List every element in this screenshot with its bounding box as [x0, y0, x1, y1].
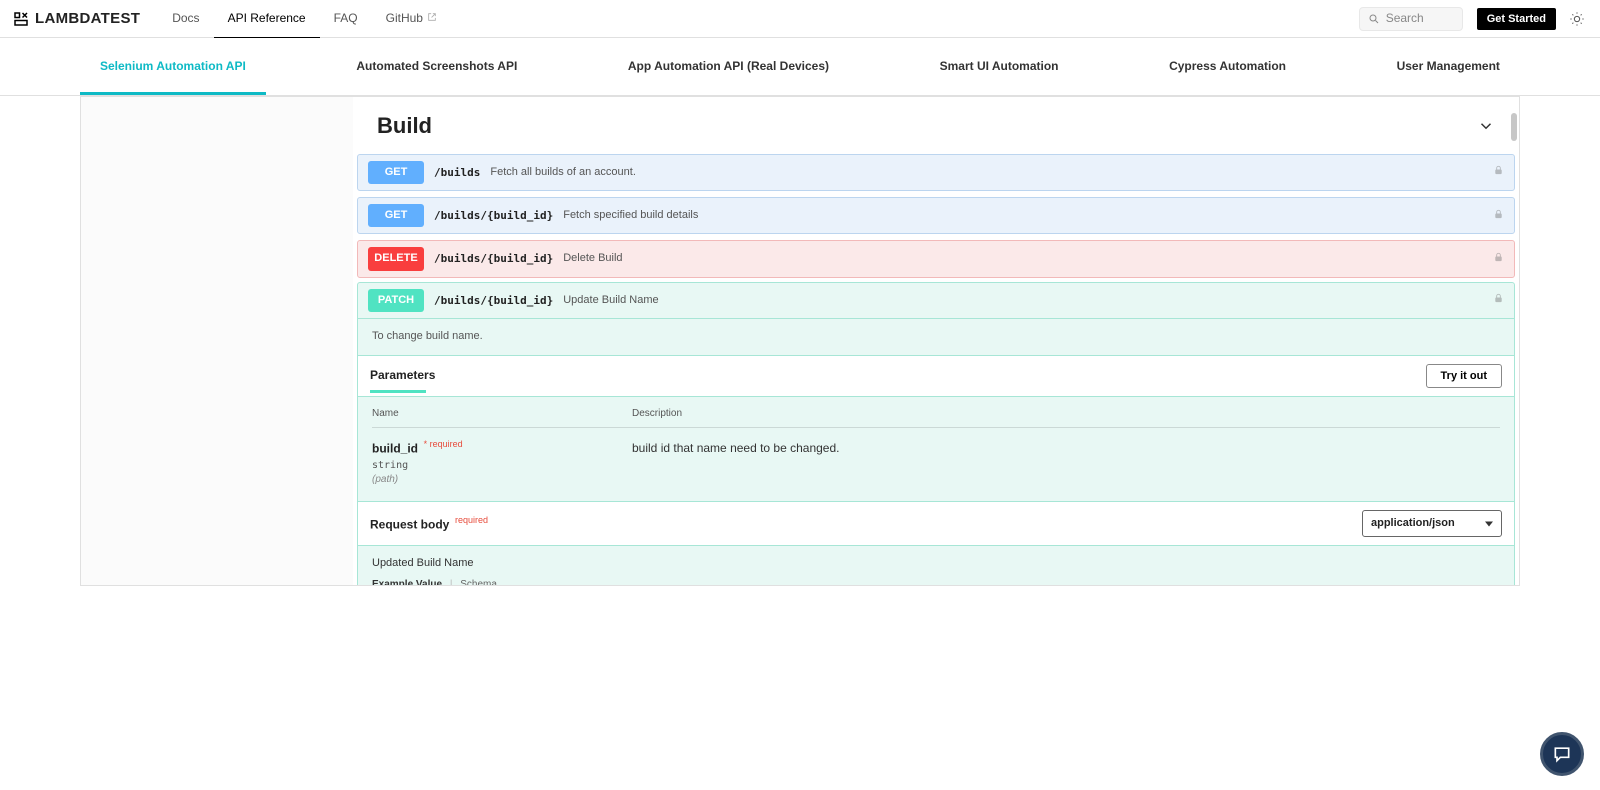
try-it-out-button[interactable]: Try it out	[1426, 364, 1502, 388]
param-row: build_id * required string (path) build …	[372, 428, 1500, 502]
method-badge: PATCH	[368, 289, 424, 312]
op-patch-build[interactable]: PATCH /builds/{build_id} Update Build Na…	[358, 283, 1514, 319]
tab-selenium[interactable]: Selenium Automation API	[80, 38, 266, 95]
op-summary: Fetch all builds of an account.	[490, 165, 636, 180]
nav-github-label: GitHub	[386, 10, 423, 27]
lock-icon	[1493, 207, 1504, 225]
method-badge: GET	[368, 204, 424, 227]
body-model-label: Updated Build Name	[372, 556, 1500, 571]
sun-icon	[1569, 11, 1585, 27]
api-panel: Build GET /builds Fetch all builds of an…	[80, 96, 1520, 586]
chat-icon	[1552, 744, 1572, 764]
content-type-select[interactable]: application/json	[1362, 510, 1502, 537]
op-summary: Delete Build	[563, 251, 622, 266]
tab-cypress[interactable]: Cypress Automation	[1149, 38, 1306, 95]
nav-docs[interactable]: Docs	[158, 0, 213, 38]
op-path: /builds/{build_id}	[434, 251, 553, 266]
op-get-build[interactable]: GET /builds/{build_id} Fetch specified b…	[357, 197, 1515, 234]
external-link-icon	[427, 10, 437, 27]
lock-icon	[1493, 250, 1504, 268]
tab-screenshots[interactable]: Automated Screenshots API	[336, 38, 537, 95]
nav-api-reference[interactable]: API Reference	[214, 0, 320, 38]
required-label: required	[430, 439, 463, 449]
theme-toggle[interactable]	[1566, 8, 1588, 30]
op-summary: Fetch specified build details	[563, 208, 698, 223]
chevron-down-icon[interactable]	[1477, 117, 1495, 135]
op-path: /builds	[434, 165, 480, 180]
top-nav: Docs API Reference FAQ GitHub	[158, 0, 451, 38]
op-description: To change build name.	[358, 319, 1514, 355]
param-type: string	[372, 459, 632, 473]
logo-icon	[12, 10, 30, 28]
section-title: Build	[377, 111, 432, 142]
get-started-button[interactable]: Get Started	[1477, 8, 1556, 30]
api-tabs: Selenium Automation API Automated Screen…	[0, 38, 1600, 96]
col-desc: Description	[632, 407, 1500, 421]
op-delete-build[interactable]: DELETE /builds/{build_id} Delete Build	[357, 240, 1515, 277]
lock-icon	[1493, 291, 1504, 309]
scrollbar[interactable]	[1509, 97, 1519, 585]
chat-fab[interactable]	[1540, 732, 1584, 776]
schema-tab[interactable]: Schema	[460, 579, 497, 585]
param-in: (path)	[372, 473, 632, 487]
brand[interactable]: LAMBDATEST	[12, 8, 140, 29]
brand-text: LAMBDATEST	[35, 8, 140, 29]
nav-faq[interactable]: FAQ	[320, 0, 372, 38]
example-tab[interactable]: Example Value	[372, 579, 442, 585]
op-summary: Update Build Name	[563, 293, 658, 308]
method-badge: DELETE	[368, 247, 424, 270]
op-patch-build-expanded: PATCH /builds/{build_id} Update Build Na…	[357, 282, 1515, 585]
parameters-tab[interactable]: Parameters	[370, 367, 435, 384]
lock-icon	[1493, 163, 1504, 181]
tab-smart-ui[interactable]: Smart UI Automation	[920, 38, 1079, 95]
tab-app[interactable]: App Automation API (Real Devices)	[608, 38, 849, 95]
tab-user-mgmt[interactable]: User Management	[1377, 38, 1520, 95]
op-path: /builds/{build_id}	[434, 208, 553, 223]
request-body-label: Request body	[370, 517, 449, 531]
nav-github[interactable]: GitHub	[372, 0, 451, 38]
search-icon	[1368, 13, 1380, 25]
method-badge: GET	[368, 161, 424, 184]
op-get-builds[interactable]: GET /builds Fetch all builds of an accou…	[357, 154, 1515, 191]
search-placeholder: Search	[1386, 10, 1424, 27]
col-name: Name	[372, 407, 632, 421]
param-name: build_id	[372, 441, 418, 455]
op-path: /builds/{build_id}	[434, 293, 553, 308]
required-label: required	[455, 515, 488, 525]
param-desc: build id that name need to be changed.	[632, 438, 1500, 488]
search-input[interactable]: Search	[1359, 7, 1463, 31]
